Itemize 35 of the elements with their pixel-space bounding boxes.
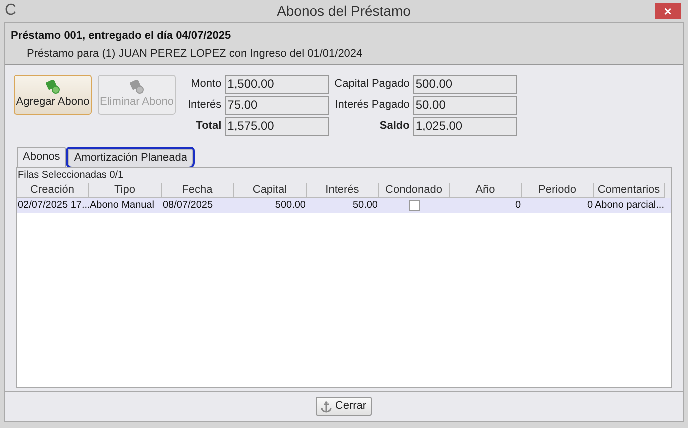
field-label: Interés [188,98,222,114]
table-cell-text: 50.00 [352,199,378,213]
action-button[interactable]: Agregar Abono [14,75,92,115]
field-label: Saldo [380,119,410,134]
field-label: Monto [191,77,222,92]
loan-subtitle: Préstamo para (1) JUAN PEREZ LOPEZ con Ingreso del 01/01/2024 [26,46,364,62]
tab[interactable]: Abonos [17,147,66,167]
close-button[interactable]: × [655,3,681,19]
table-row[interactable]: 02/07/2025 17...Abono Manual 08/07/2025 500.00 50.00 0 0 Abono parcial... [17,198,671,213]
value-field[interactable]: 1,025.00 [412,117,517,136]
anchor-icon [321,400,332,412]
table-cell-text: Abono Manual [90,199,154,213]
field-label: Total [196,119,222,134]
value-field[interactable]: 50.00 [412,96,517,115]
app-icon: C [5,3,17,19]
field-label: Interés Pagado [335,98,410,114]
window-title: Abonos del Préstamo [277,2,411,20]
table-cell-text: Abono parcial... [595,199,664,213]
value-field[interactable]: 1,500.00 [224,75,329,94]
money-icon [45,80,61,94]
table-cell-text: 08/07/2025 [163,199,214,213]
tab[interactable]: Amortización Planeada [68,149,194,167]
value-field[interactable]: 1,575.00 [224,117,329,136]
value-field[interactable]: 500.00 [412,75,517,94]
value-field[interactable]: 75.00 [224,96,329,115]
table-cell-text: 500.00 [275,199,306,213]
table-cell-text: 02/07/2025 17... [18,199,90,213]
table-cell-text: 0 [587,199,593,213]
table-cell-text: 0 [515,199,521,213]
checkbox[interactable] [409,200,420,211]
money-icon [129,80,145,94]
close-dialog-button[interactable]: Cerrar [316,397,372,416]
field-label: Capital Pagado [334,77,410,92]
loan-title: Préstamo 001, entregado el día 04/07/2025 [11,29,232,44]
selection-count: Filas Seleccionadas 0/1 [17,168,671,183]
